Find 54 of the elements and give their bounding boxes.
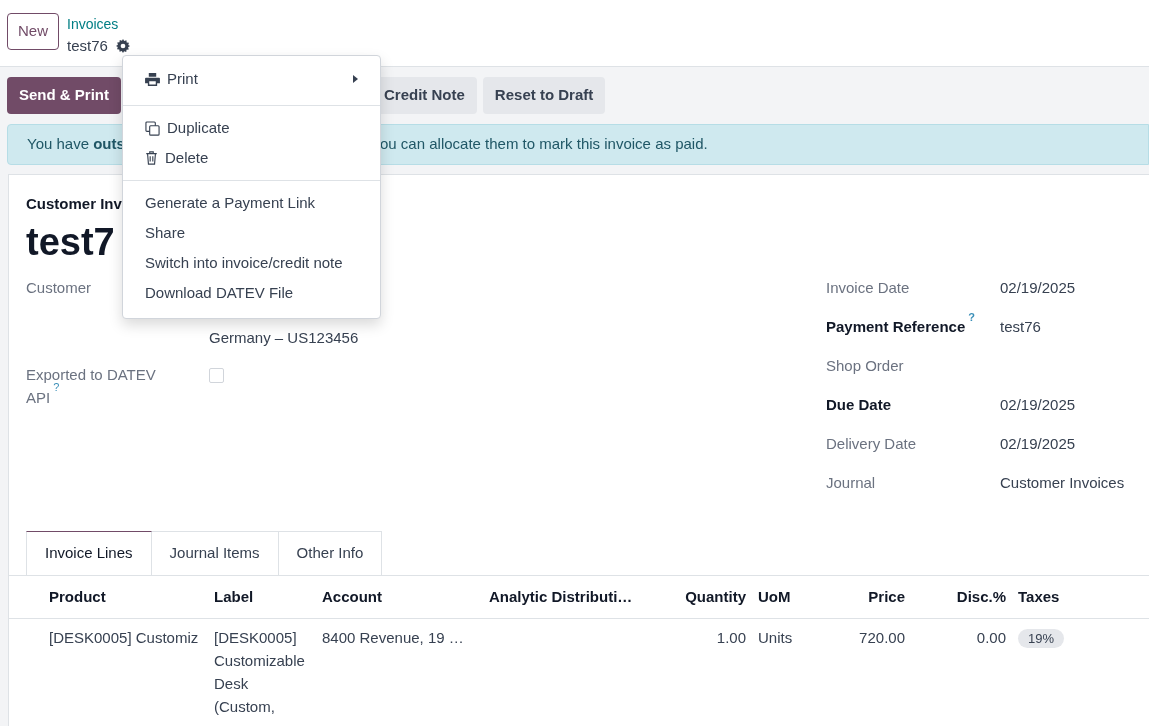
field-value: Customer Invoices: [1000, 473, 1125, 493]
product-link[interactable]: [DESK0005] Customiz: [49, 629, 199, 646]
column-header: Quantity: [685, 587, 746, 605]
breadcrumb-link[interactable]: Invoices: [67, 16, 119, 32]
field-label: Journal: [826, 474, 876, 491]
field-value: 02/19/2025: [1000, 278, 1076, 298]
table-cell: 8400 Revenue, 19 …: [322, 629, 464, 646]
help-mark[interactable]: ?: [53, 381, 60, 393]
menu-item[interactable]: Share: [123, 218, 380, 248]
column-header: Disc.%: [956, 587, 1006, 605]
action-button[interactable]: Reset to Draft: [482, 77, 606, 114]
table-cell: 1.00: [716, 629, 746, 646]
help-mark[interactable]: ?: [968, 310, 975, 323]
column-header: Label: [214, 587, 254, 605]
field-label: Customer: [26, 279, 92, 296]
table-cell: Units: [758, 629, 793, 646]
menu-item[interactable]: Generate a Payment Link: [123, 188, 380, 218]
checkbox[interactable]: [209, 368, 224, 383]
menu-item[interactable]: Duplicate: [123, 113, 380, 143]
column-header: UoM: [758, 587, 791, 605]
invoice-title: test7: [26, 221, 115, 263]
printer-icon: [145, 72, 160, 86]
field-value: 02/19/2025: [1000, 395, 1076, 415]
field-value: test76: [1000, 317, 1041, 337]
field-label: Due Date: [826, 396, 892, 413]
send-print-button[interactable]: Send & Print: [7, 77, 121, 114]
menu-item[interactable]: Switch into invoice/credit note: [123, 248, 380, 278]
menu-item[interactable]: Download DATEV File: [123, 278, 380, 308]
table-cell: [DESK0005] Customizable Desk (Custom,: [214, 629, 305, 715]
column-header: Product: [49, 587, 106, 605]
field-label: Delivery Date: [826, 435, 917, 452]
new-button[interactable]: New: [7, 13, 59, 50]
table-cell: 720.00: [859, 629, 905, 646]
field-label: Invoice Date: [826, 279, 910, 296]
tax-tag: 19%: [1018, 629, 1065, 648]
alert-text: ou can allocate them to mark this invoice as paid.: [380, 133, 708, 154]
trash-icon: [145, 151, 158, 165]
table-cell: 0.00: [976, 629, 1006, 646]
field-label: Exported to DATEV API $^{?}$: [26, 366, 156, 406]
form-subtitle: Customer Inv: [26, 194, 122, 212]
column-header: Price: [868, 587, 905, 605]
field-value: 02/19/2025: [1000, 434, 1076, 454]
column-header: Taxes: [1018, 587, 1060, 605]
field-label: Shop Order: [826, 357, 904, 374]
copy-icon: [145, 120, 160, 136]
menu-item[interactable]: Delete: [123, 143, 380, 173]
settings-icon[interactable]: [115, 38, 130, 53]
record-name: test76: [67, 35, 108, 56]
field-value: Germany – US123456: [209, 328, 359, 348]
column-header: Analytic Distributi…: [489, 587, 633, 605]
tab[interactable]: Invoice Lines: [26, 531, 152, 575]
tab[interactable]: Other Info: [277, 531, 383, 575]
caret-icon: [353, 75, 358, 83]
column-header: Account: [322, 587, 382, 605]
